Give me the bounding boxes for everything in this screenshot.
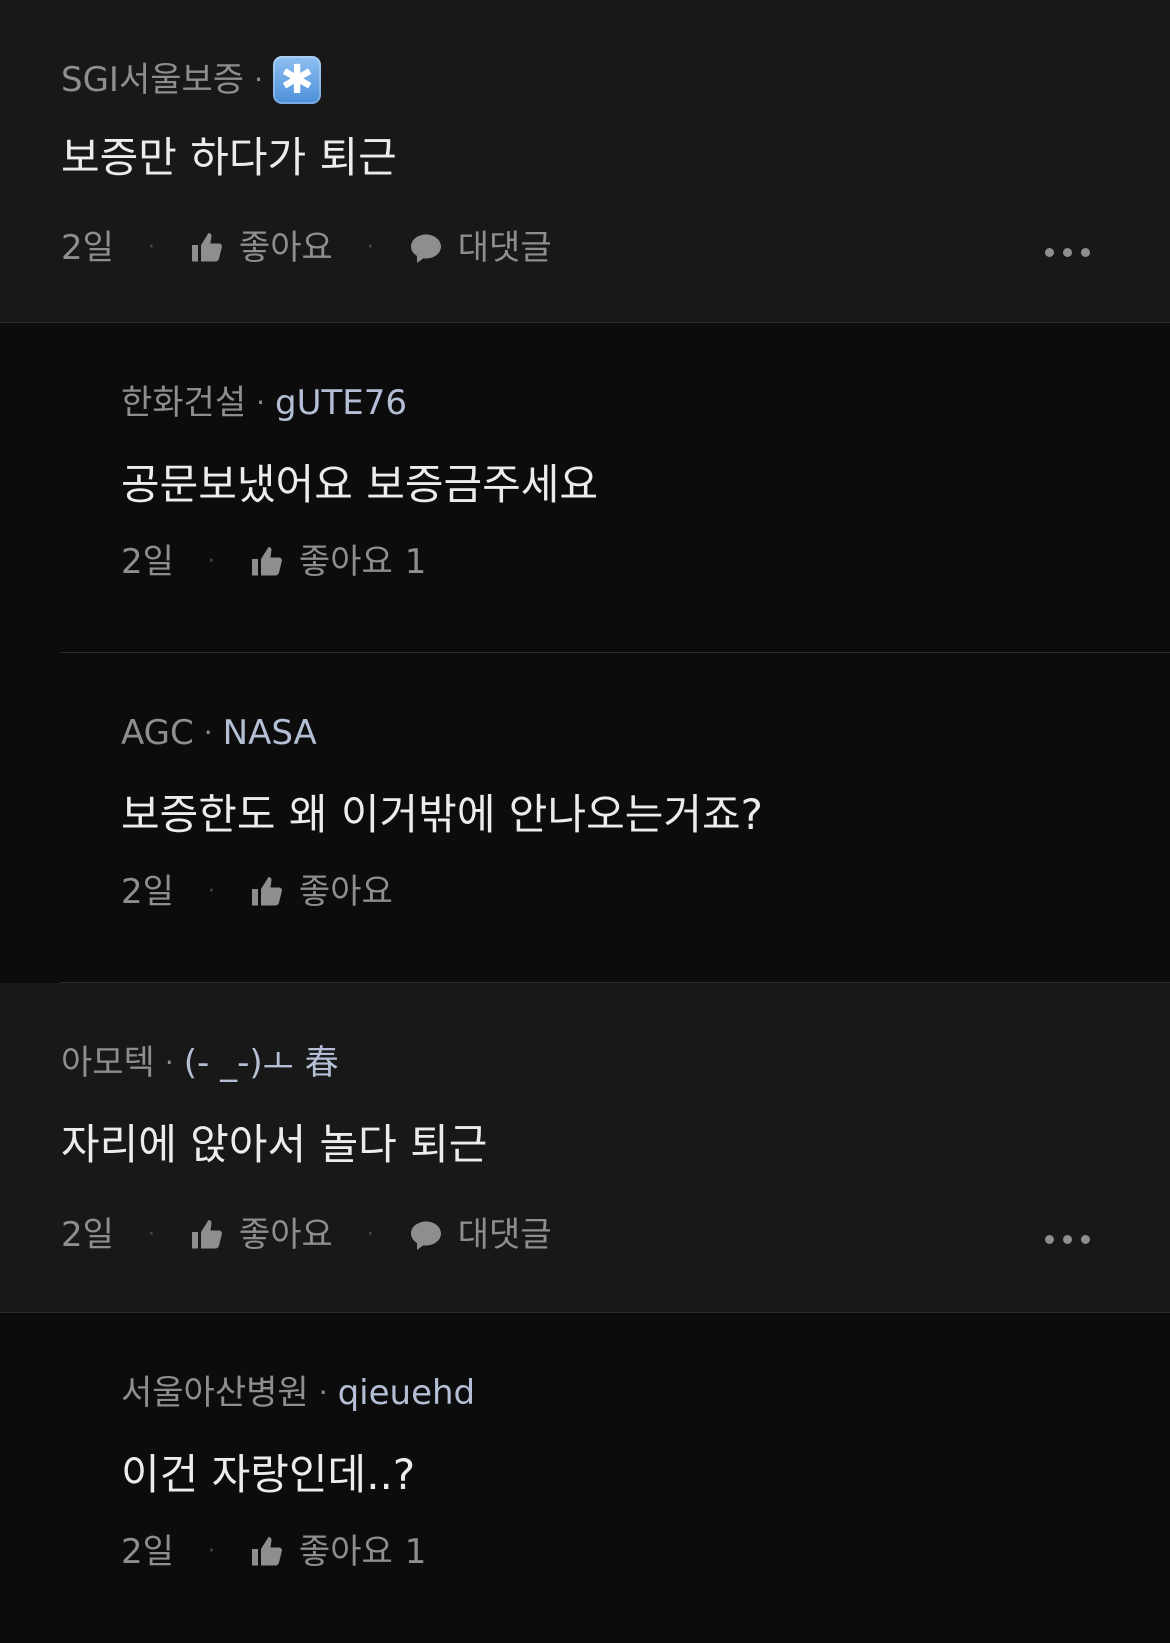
reply-text: 보증한도 왜 이거밖에 안나오는거죠? xyxy=(121,790,763,839)
comment-author[interactable]: 아모텍 · (- _-)ㅗ 春 xyxy=(61,1043,339,1083)
like-button[interactable]: 좋아요 1 xyxy=(249,1532,426,1572)
like-button[interactable]: 좋아요 1 xyxy=(249,542,426,582)
reply-time: 2일 xyxy=(121,1532,174,1572)
separator-dot: · xyxy=(203,716,213,749)
reply: AGC · NASA 보증한도 왜 이거밖에 안나오는거죠? 2일 · 좋아요 xyxy=(0,653,1170,983)
reply-author[interactable]: AGC · NASA xyxy=(121,713,317,753)
company-name: 한화건설 xyxy=(121,383,247,423)
reply: 한화건설 · gUTE76 공문보냈어요 보증금주세요 2일 · 좋아요 1 xyxy=(0,323,1170,653)
reply-label: 대댓글 xyxy=(457,1215,552,1255)
like-label: 좋아요 xyxy=(238,228,333,268)
nickname: (- _-)ㅗ 春 xyxy=(183,1043,339,1083)
company-name: AGC xyxy=(121,713,194,753)
separator-dot: · xyxy=(256,386,266,419)
reply-text: 이건 자랑인데..? xyxy=(121,1450,416,1499)
comment: 아모텍 · (- _-)ㅗ 春 자리에 앉아서 놀다 퇴근 2일 · 좋아요 ·… xyxy=(0,983,1170,1313)
like-count: 1 xyxy=(404,542,427,582)
reply-author[interactable]: 한화건설 · gUTE76 xyxy=(121,383,407,423)
reply-time: 2일 xyxy=(121,542,174,582)
comment-text: 자리에 앉아서 놀다 퇴근 xyxy=(61,1120,488,1169)
like-label: 좋아요 xyxy=(298,872,393,912)
reply-actions: 2일 · 좋아요 1 xyxy=(121,542,426,582)
separator-dot: · xyxy=(254,63,263,96)
separator-dot: · xyxy=(164,1046,174,1079)
nickname: NASA xyxy=(222,713,317,753)
speech-bubble-icon xyxy=(410,1221,441,1250)
separator-dot: · xyxy=(207,549,215,574)
reply-label: 대댓글 xyxy=(457,228,552,268)
thumbs-up-icon xyxy=(251,877,282,906)
reply-button[interactable]: 대댓글 xyxy=(408,1215,552,1255)
company-name: SGI서울보증 xyxy=(61,60,245,100)
separator-dot: · xyxy=(207,879,215,904)
like-label: 좋아요 xyxy=(298,1532,393,1572)
reply-author[interactable]: 서울아산병원 · qieuehd xyxy=(121,1373,475,1413)
thumbs-up-icon xyxy=(191,233,222,262)
like-label: 좋아요 xyxy=(298,542,393,582)
nickname: qieuehd xyxy=(337,1373,476,1413)
speech-bubble-icon xyxy=(410,234,441,263)
company-name: 서울아산병원 xyxy=(121,1373,309,1413)
comment-time: 2일 xyxy=(61,1215,114,1255)
separator-dot: · xyxy=(318,1376,328,1409)
comment-text: 보증만 하다가 퇴근 xyxy=(61,133,397,182)
comment: SGI서울보증 · ✱ 보증만 하다가 퇴근 2일 · 좋아요 · 대댓글 xyxy=(0,0,1170,323)
comment-actions: 2일 · 좋아요 · 대댓글 xyxy=(61,1215,552,1255)
company-name: 아모텍 xyxy=(61,1043,155,1083)
reply-actions: 2일 · 좋아요 xyxy=(121,872,393,912)
thumbs-up-icon xyxy=(251,547,282,576)
like-button[interactable]: 좋아요 xyxy=(189,228,333,268)
thumbs-up-icon xyxy=(191,1220,222,1249)
comment-time: 2일 xyxy=(61,228,114,268)
more-options-icon[interactable] xyxy=(1045,248,1090,257)
separator-dot: · xyxy=(207,1539,215,1564)
separator-dot: · xyxy=(147,1222,155,1247)
reply-text: 공문보냈어요 보증금주세요 xyxy=(121,460,599,509)
thumbs-up-icon xyxy=(251,1537,282,1566)
more-options-icon[interactable] xyxy=(1045,1235,1090,1244)
reply-time: 2일 xyxy=(121,872,174,912)
nickname: gUTE76 xyxy=(275,383,408,423)
reply-button[interactable]: 대댓글 xyxy=(408,228,552,268)
like-button[interactable]: 좋아요 xyxy=(249,872,393,912)
comment-author[interactable]: SGI서울보증 · ✱ xyxy=(61,56,321,104)
separator-dot: · xyxy=(366,235,374,260)
reply-actions: 2일 · 좋아요 1 xyxy=(121,1532,426,1572)
like-count: 1 xyxy=(404,1532,427,1572)
reply: 서울아산병원 · qieuehd 이건 자랑인데..? 2일 · 좋아요 1 xyxy=(0,1313,1170,1643)
like-button[interactable]: 좋아요 xyxy=(189,1215,333,1255)
comment-actions: 2일 · 좋아요 · 대댓글 xyxy=(61,228,552,268)
asterisk-emoji-icon: ✱ xyxy=(272,56,321,104)
like-label: 좋아요 xyxy=(238,1215,333,1255)
separator-dot: · xyxy=(147,235,155,260)
separator-dot: · xyxy=(366,1222,374,1247)
